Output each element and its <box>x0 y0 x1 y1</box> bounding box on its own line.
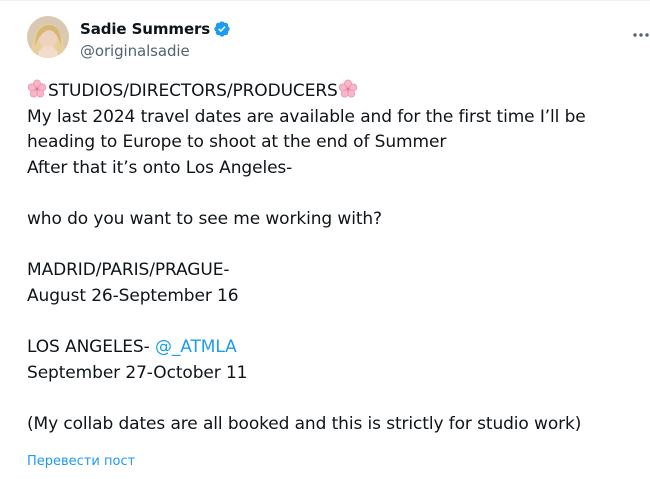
tweet-line: (My collab dates are all booked and this… <box>27 413 582 434</box>
tweet-line: August 26-September 16 <box>27 285 239 306</box>
more-options-button[interactable] <box>627 24 650 46</box>
top-divider <box>0 0 650 1</box>
cherry-blossom-icon <box>27 79 47 98</box>
tweet-text: STUDIOS/DIRECTORS/PRODUCERS My last 2024… <box>27 79 627 437</box>
tweet-line: heading to Europe to shoot at the end of… <box>27 132 447 153</box>
tweet-line: MADRID/PARIS/PRAGUE- <box>27 260 230 281</box>
tweet-line: After that it’s onto Los Angeles- <box>27 157 293 178</box>
cherry-blossom-icon <box>338 79 357 98</box>
author-handle[interactable]: @originalsadie <box>80 42 231 60</box>
verified-badge-icon[interactable] <box>213 20 231 38</box>
translate-post-link[interactable]: Перевести пост <box>27 454 135 469</box>
mention-link[interactable]: @_ATMLA <box>155 337 237 357</box>
tweet-line-la: LOS ANGELES- @_ATMLA <box>27 335 627 361</box>
tweet-line: My last 2024 travel dates are available … <box>27 106 586 127</box>
tweet-line-heading: STUDIOS/DIRECTORS/PRODUCERS <box>27 79 627 105</box>
tweet-header: Sadie Summers @originalsadie <box>27 14 649 66</box>
more-horizontal-icon <box>633 33 649 37</box>
la-prefix: LOS ANGELES- <box>27 336 155 357</box>
tweet-heading-text: STUDIOS/DIRECTORS/PRODUCERS <box>48 81 338 101</box>
avatar[interactable] <box>27 16 69 58</box>
avatar-photo <box>27 16 69 58</box>
author-names: Sadie Summers @originalsadie <box>80 19 231 60</box>
author-display-name[interactable]: Sadie Summers <box>80 20 210 38</box>
tweet-line: September 27-October 11 <box>27 362 248 383</box>
tweet-line: who do you want to see me working with? <box>27 208 382 229</box>
